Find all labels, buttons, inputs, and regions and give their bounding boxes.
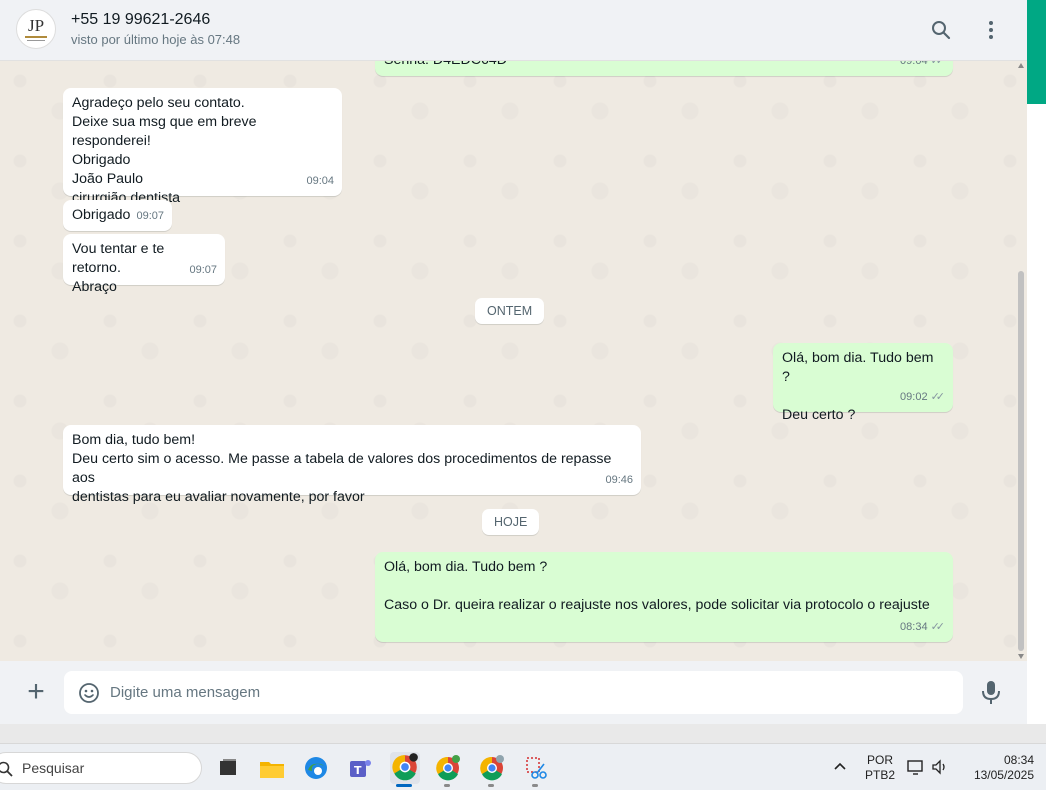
message-time: 09:04 xyxy=(900,61,928,67)
volume-icon[interactable] xyxy=(930,757,950,777)
message-time: 09:46 xyxy=(605,474,633,486)
attach-plus-icon[interactable]: + xyxy=(22,677,50,707)
message-text: Agradeço pelo seu contato. Deixe sua msg… xyxy=(72,95,257,206)
message-time: 09:07 xyxy=(136,210,164,222)
edge-browser-icon[interactable] xyxy=(302,754,330,782)
menu-kebab-icon[interactable] xyxy=(977,16,1005,44)
message-list[interactable]: Senha: D4EDC64D 09:04✓✓ Agradeço pelo se… xyxy=(0,61,1027,661)
last-seen-status: visto por último hoje às 07:48 xyxy=(71,32,241,47)
snipping-tool-icon[interactable] xyxy=(522,754,550,782)
scroll-down-icon[interactable] xyxy=(1018,654,1024,659)
microphone-icon[interactable] xyxy=(980,680,1002,706)
message-text: Olá, bom dia. Tudo bem ? Deu certo ? xyxy=(782,350,934,423)
taskbar-search[interactable]: Pesquisar xyxy=(0,752,202,784)
chat-header[interactable]: JP +55 19 99621-2646 visto por último ho… xyxy=(0,0,1027,61)
message-outgoing[interactable]: Olá, bom dia. Tudo bem ? Caso o Dr. quei… xyxy=(375,552,953,642)
read-receipt-icon: ✓✓ xyxy=(930,61,946,67)
message-composer: + xyxy=(0,661,1027,724)
message-input-box[interactable] xyxy=(64,671,963,714)
emoji-sticker-icon[interactable] xyxy=(78,682,100,704)
read-receipt-icon: ✓✓ xyxy=(930,621,946,633)
chat-scrollbar[interactable] xyxy=(1016,61,1027,661)
message-input[interactable] xyxy=(110,671,950,714)
contact-name[interactable]: +55 19 99621-2646 xyxy=(71,11,210,29)
chat-window: JP +55 19 99621-2646 visto por último ho… xyxy=(0,0,1027,724)
day-separator: ONTEM xyxy=(475,298,545,324)
language-label: POR xyxy=(866,753,893,767)
network-icon[interactable] xyxy=(906,757,926,777)
contact-avatar[interactable]: JP xyxy=(16,9,56,49)
message-incoming[interactable]: Bom dia, tudo bem! Deu certo sim o acess… xyxy=(63,425,641,505)
message-incoming[interactable]: Vou tentar e te retorno. Abraço 09:07 xyxy=(63,234,225,295)
message-outgoing[interactable]: Olá, bom dia. Tudo bem ? Deu certo ? 09:… xyxy=(773,343,953,423)
message-time: 08:34 xyxy=(900,621,928,633)
taskbar-search-label: Pesquisar xyxy=(22,760,85,776)
day-separator: HOJE xyxy=(482,509,540,535)
message-text: Senha: D4EDC64D xyxy=(384,61,945,70)
chrome-profile-2-icon[interactable] xyxy=(434,754,462,782)
teams-icon[interactable]: T xyxy=(346,754,374,782)
message-text: Olá, bom dia. Tudo bem ? Caso o Dr. quei… xyxy=(384,559,930,613)
avatar-initials: JP xyxy=(27,16,45,35)
task-view-icon[interactable] xyxy=(214,754,242,782)
svg-text:T: T xyxy=(354,764,362,777)
side-accent-bar xyxy=(1027,0,1046,104)
taskbar: Pesquisar T POR PTB2 08:34 13/05/2025 xyxy=(0,743,1046,790)
chrome-profile-3-icon[interactable] xyxy=(478,754,506,782)
message-incoming[interactable]: Obrigado 09:07 xyxy=(63,200,172,231)
clock-time: 08:34 xyxy=(1003,753,1034,767)
message-time: 09:07 xyxy=(189,264,217,276)
read-receipt-icon: ✓✓ xyxy=(930,391,946,403)
scroll-thumb[interactable] xyxy=(1018,271,1024,651)
search-icon xyxy=(0,761,13,777)
clock-date: 13/05/2025 xyxy=(973,768,1034,782)
message-time: 09:02 xyxy=(900,391,928,403)
clock[interactable]: 08:34 13/05/2025 xyxy=(960,753,1034,783)
message-time: 09:04 xyxy=(306,175,334,187)
language-indicator[interactable]: POR PTB2 xyxy=(862,753,898,783)
keyboard-layout-label: PTB2 xyxy=(864,768,895,782)
message-incoming[interactable]: Agradeço pelo seu contato. Deixe sua msg… xyxy=(63,88,342,206)
chevron-up-icon[interactable] xyxy=(830,756,850,776)
search-icon[interactable] xyxy=(927,16,955,44)
scroll-up-icon[interactable] xyxy=(1018,63,1024,68)
side-pane xyxy=(1027,104,1046,724)
file-explorer-icon[interactable] xyxy=(258,754,286,782)
message-text: Bom dia, tudo bem! Deu certo sim o acess… xyxy=(72,432,612,505)
message-outgoing[interactable]: Senha: D4EDC64D 09:04✓✓ xyxy=(375,61,953,76)
chrome-profile-1-icon[interactable] xyxy=(390,752,420,784)
